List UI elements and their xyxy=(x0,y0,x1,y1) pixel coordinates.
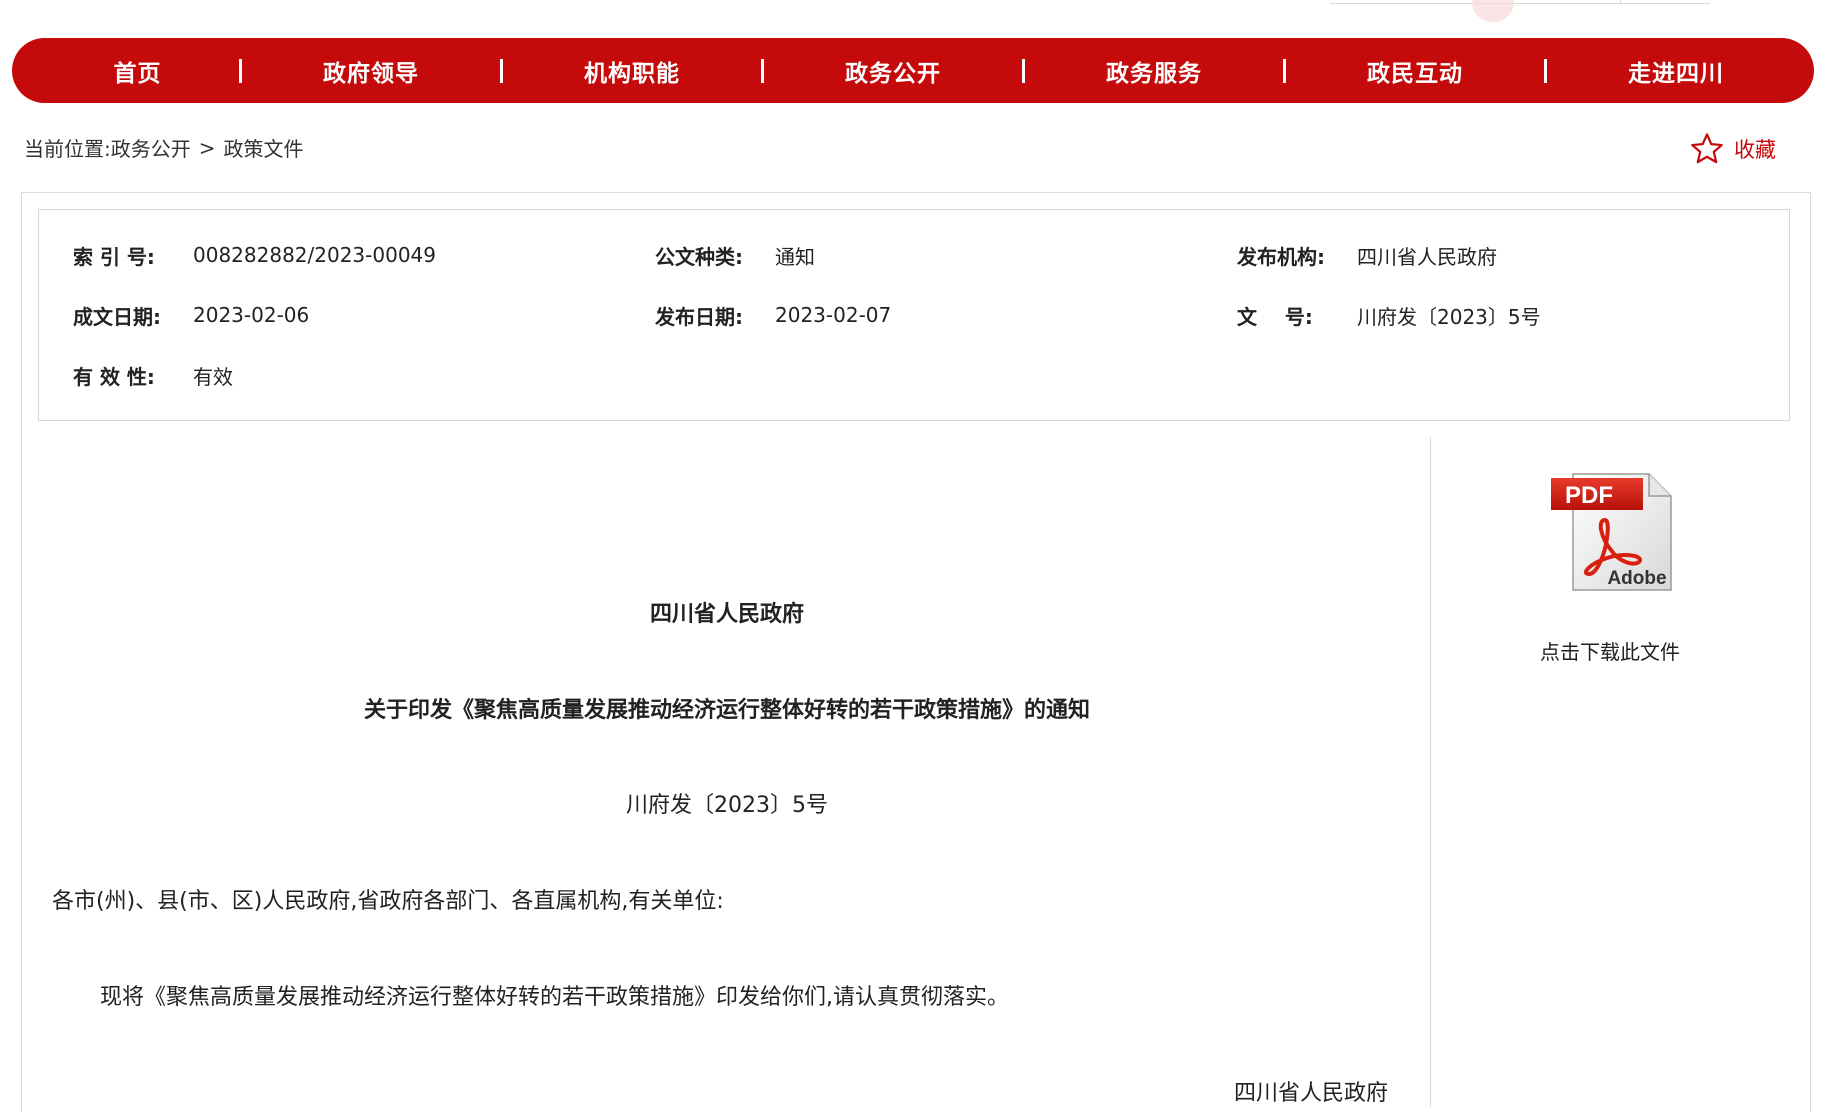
document-addressee: 各市(州)、县(市、区)人民政府,省政府各部门、各直属机构,有关单位: xyxy=(52,889,724,914)
publish-date-label: 发布日期: xyxy=(655,304,743,329)
pdf-adobe-icon: PDF Adobe xyxy=(1551,473,1672,591)
doc-number-value: 川府发〔2023〕5号 xyxy=(1357,304,1541,329)
sidebar-divider xyxy=(1430,437,1431,1107)
publish-date-value: 2023-02-07 xyxy=(775,303,892,327)
written-date-value: 2023-02-06 xyxy=(193,303,310,327)
nav-item-open-affairs[interactable]: 政务公开 xyxy=(788,54,998,88)
publisher-label: 发布机构: xyxy=(1237,244,1325,269)
nav-item-home[interactable]: 首页 xyxy=(60,54,215,88)
validity-value: 有效 xyxy=(193,364,233,389)
index-label: 索 引 号: xyxy=(73,244,155,269)
main-nav: 首页 政府领导 机构职能 政务公开 政务服务 政民互动 走进四川 xyxy=(12,38,1814,103)
header-decoration xyxy=(1472,0,1514,22)
breadcrumb: 当前位置: 政务公开 > 政策文件 xyxy=(24,133,304,162)
nav-item-services[interactable]: 政务服务 xyxy=(1049,54,1259,88)
nav-separator xyxy=(239,58,242,83)
nav-separator xyxy=(1544,58,1547,83)
breadcrumb-item-policy-docs[interactable]: 政策文件 xyxy=(224,133,304,162)
breadcrumb-separator: > xyxy=(198,135,216,160)
publisher-value: 四川省人民政府 xyxy=(1357,244,1497,269)
doc-number-label: 文 号: xyxy=(1237,304,1313,329)
document-metadata: 索 引 号: 008282882/2023-00049 公文种类: 通知 发布机… xyxy=(38,209,1790,421)
download-label[interactable]: 点击下载此文件 xyxy=(1500,636,1720,665)
nav-separator xyxy=(1022,58,1025,83)
doc-type-value: 通知 xyxy=(775,244,815,269)
written-date-label: 成文日期: xyxy=(73,304,161,329)
star-outline-icon xyxy=(1691,133,1723,164)
document-issuer: 四川省人民政府 xyxy=(649,602,804,627)
document-number: 川府发〔2023〕5号 xyxy=(626,793,828,818)
favorite-label: 收藏 xyxy=(1734,138,1776,162)
nav-separator xyxy=(761,58,764,83)
breadcrumb-item-open-affairs[interactable]: 政务公开 xyxy=(111,133,191,162)
adobe-icon-text: Adobe xyxy=(1607,568,1666,589)
search-box-edge xyxy=(1330,0,1710,4)
nav-separator xyxy=(1283,58,1286,83)
document-signature: 四川省人民政府 xyxy=(1234,1081,1389,1106)
validity-label: 有 效 性: xyxy=(73,364,155,389)
nav-separator xyxy=(500,58,503,83)
pdf-icon-text: PDF xyxy=(1565,482,1613,509)
nav-item-leaders[interactable]: 政府领导 xyxy=(266,54,476,88)
nav-item-about-sichuan[interactable]: 走进四川 xyxy=(1571,54,1781,88)
index-value: 008282882/2023-00049 xyxy=(193,243,436,267)
doc-type-label: 公文种类: xyxy=(655,244,743,269)
document-title: 关于印发《聚焦高质量发展推动经济运行整体好转的若干政策措施》的通知 xyxy=(363,698,1090,723)
nav-item-interaction[interactable]: 政民互动 xyxy=(1310,54,1520,88)
pdf-download-link[interactable]: PDF Adobe 点击下载此文件 xyxy=(1500,470,1720,665)
favorite-button[interactable]: 收藏 xyxy=(1688,130,1776,168)
nav-item-functions[interactable]: 机构职能 xyxy=(527,54,737,88)
document-body: 现将《聚焦高质量发展推动经济运行整体好转的若干政策措施》印发给你们,请认真贯彻落… xyxy=(100,985,1009,1010)
breadcrumb-prefix: 当前位置: xyxy=(24,137,111,161)
